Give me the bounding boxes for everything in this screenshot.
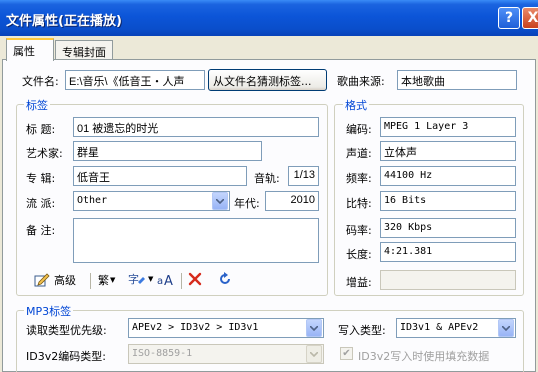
font-case-icon: a A — [157, 274, 173, 287]
read-priority-select[interactable]: APEv2 > ID3v2 > ID3v1 — [128, 318, 324, 338]
advanced-label: 高级 — [54, 274, 76, 287]
delete-button[interactable] — [188, 272, 202, 286]
font-case-button[interactable]: a A — [156, 271, 176, 287]
gain-label: 增益: — [346, 276, 372, 289]
genre-dropdown-arrow[interactable] — [212, 192, 228, 210]
help-button[interactable]: ? — [498, 7, 520, 29]
channel-label: 声道: — [346, 147, 372, 160]
convert-button[interactable]: 字 ▼ — [128, 271, 153, 287]
traditional-chinese-button[interactable]: 繁 ▼ — [98, 272, 115, 288]
title-field[interactable]: 01 被遗忘的时光 — [73, 117, 319, 137]
id3v2-encoding-select[interactable]: ISO-8859-1 — [128, 344, 324, 364]
read-priority-dropdown-arrow[interactable] — [306, 319, 322, 337]
comment-label: 备 注: — [26, 224, 56, 237]
length-label: 长度: — [346, 248, 372, 261]
window-title: 文件属性(正在播放) — [6, 14, 122, 29]
album-field[interactable]: 低音王 — [73, 166, 247, 186]
help-icon: ? — [504, 10, 514, 26]
artist-label: 艺术家: — [26, 147, 63, 160]
id3v2-encoding-dropdown-arrow[interactable] — [306, 345, 322, 363]
svg-text:字: 字 — [128, 272, 139, 286]
advanced-button[interactable]: 高级 — [34, 272, 76, 288]
genre-select[interactable]: Other — [73, 191, 230, 211]
close-button[interactable]: X — [522, 7, 538, 29]
bits-label: 比特: — [346, 197, 372, 210]
length-field[interactable]: 4:21.381 — [380, 242, 516, 262]
title-label: 标 题: — [26, 123, 56, 136]
source-field[interactable]: 本地歌曲 — [397, 70, 517, 90]
id3v2-encoding-value: ISO-8859-1 — [132, 348, 193, 359]
fill-data-checkbox-label: ID3v2写入时使用填充数据 — [358, 350, 490, 363]
chevron-down-icon — [216, 198, 224, 204]
encoding-field[interactable]: MPEG 1 Layer 3 — [380, 117, 516, 137]
toolbar-separator — [90, 273, 91, 289]
track-label: 音轨: — [254, 172, 280, 185]
year-field[interactable]: 2010 — [265, 191, 319, 211]
format-group-legend: 格式 — [343, 97, 369, 113]
delete-icon — [188, 272, 202, 286]
year-label: 年代: — [234, 197, 260, 210]
gain-field[interactable] — [380, 270, 516, 290]
refresh-button[interactable] — [218, 272, 232, 286]
chevron-down-icon: ▼ — [110, 276, 116, 284]
guess-from-filename-button[interactable]: 从文件名猜测标签... — [208, 69, 327, 91]
artist-field[interactable]: 群星 — [73, 141, 262, 161]
write-type-label: 写入类型: — [338, 324, 386, 337]
fill-data-checkbox[interactable]: ✔ — [340, 347, 353, 360]
genre-select-value: Other — [77, 195, 108, 206]
channel-field[interactable]: 立体声 — [380, 141, 516, 161]
filename-field[interactable]: E:\音乐\《低音王・人声 — [65, 70, 205, 90]
refresh-icon — [220, 272, 230, 284]
tag-group-legend: 标签 — [24, 97, 50, 113]
bits-field[interactable]: 16 Bits — [380, 191, 516, 211]
chevron-down-icon — [310, 351, 318, 357]
comment-field[interactable] — [73, 218, 319, 263]
frequency-label: 频率: — [346, 172, 372, 185]
album-label: 专 辑: — [26, 172, 56, 185]
bitrate-label: 码率: — [346, 224, 372, 237]
tab-properties[interactable]: 属性 — [6, 38, 54, 61]
frequency-field[interactable]: 44100 Hz — [380, 166, 516, 186]
id3v2-encoding-label: ID3v2编码类型: — [26, 350, 106, 363]
genre-label: 流 派: — [26, 197, 56, 210]
svg-text:a: a — [157, 276, 163, 287]
close-icon: X — [527, 10, 538, 26]
chevron-down-icon — [502, 325, 510, 331]
convert-icon: 字 — [128, 272, 145, 286]
read-priority-label: 读取类型优先级: — [26, 324, 107, 337]
toolbar-separator — [181, 273, 182, 289]
chevron-down-icon: ▼ — [148, 275, 154, 283]
bitrate-field[interactable]: 320 Kbps — [380, 218, 516, 238]
write-type-value: ID3v1 & APEv2 — [400, 322, 479, 333]
checkmark-icon: ✔ — [342, 348, 351, 359]
svg-text:A: A — [164, 274, 173, 287]
chevron-down-icon — [310, 325, 318, 331]
source-label: 歌曲来源: — [337, 75, 385, 88]
write-type-dropdown-arrow[interactable] — [498, 319, 514, 337]
read-priority-value: APEv2 > ID3v2 > ID3v1 — [132, 322, 259, 333]
filename-label: 文件名: — [22, 75, 59, 88]
track-field[interactable]: 1/13 — [288, 166, 319, 186]
tab-album-cover[interactable]: 专辑封面 — [55, 40, 113, 59]
edit-icon — [34, 273, 50, 287]
mp3-group-legend: MP3标签 — [24, 303, 74, 319]
traditional-label: 繁 — [98, 274, 109, 287]
encoding-label: 编码: — [346, 123, 372, 136]
